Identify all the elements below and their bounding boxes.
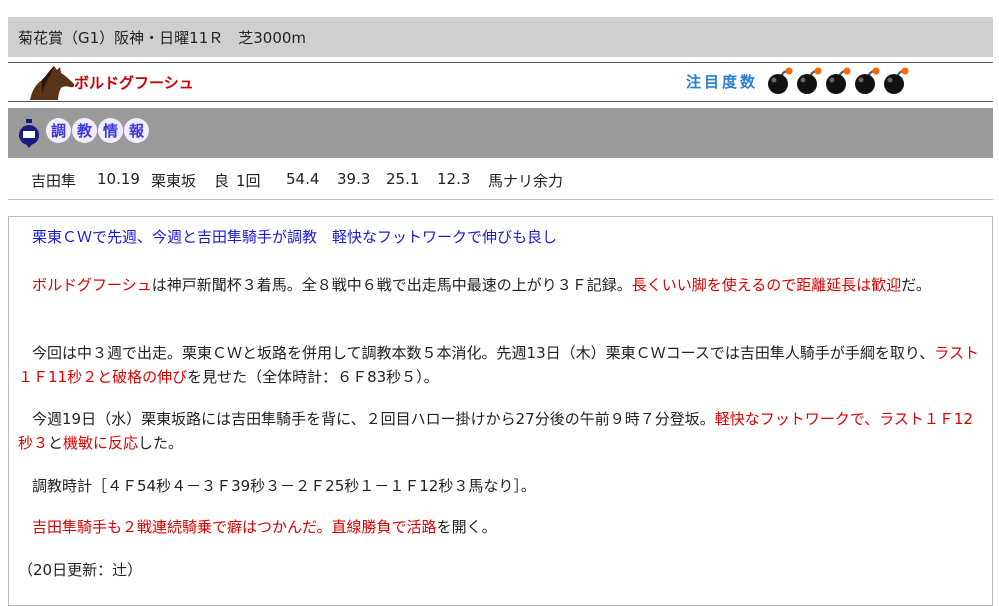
training-date: 10.19 [97,170,140,188]
comment-headline: 栗東ＣＷで先週、今週と吉田隼騎手が調教 軽快なフットワークで伸びも良し [32,228,558,246]
comment-text: 今週19日（水）栗東坂路には吉田隼騎手を背に、２回目ハロー掛けから27分後の午前… [32,410,715,428]
training-time-2: 39.3 [337,170,371,188]
section-title-char: 教 [72,118,97,143]
comment-text: 今回は中３週で出走。栗東ＣＷと坂路を併用して調教本数５本消化。先週13日（木）栗… [32,344,935,362]
bomb-icon [768,67,793,94]
bomb-rating [764,67,909,95]
comment-text: と [48,434,64,452]
comment-highlight: 機敏に反応 [63,434,139,452]
training-record-row: 吉田隼 10.19 栗東坂 良 1回 54.4 39.3 25.1 12.3 馬… [8,160,993,200]
training-remark: 馬ナリ余力 [488,172,564,190]
bomb-icon [797,67,822,94]
training-course: 栗東坂 [151,172,197,190]
stopwatch-icon [19,119,39,148]
training-time-4: 12.3 [437,170,471,188]
comment-highlight: 長くいい脚を使えるので距離延長は歓迎 [631,276,902,294]
comment-highlight: 吉田隼騎手も２戦連続騎乗で癖はつかんだ。直線勝負で活路 [32,518,437,536]
comment-paragraph-1: ボルドグフーシュは神戸新聞杯３着馬。全８戦中６戦で出走馬中最速の上がり３Ｆ記録。… [18,273,984,297]
bomb-icon [855,67,880,94]
race-title: 菊花賞（G1）阪神・日曜11Ｒ 芝3000m [18,28,307,47]
comment-text: を見せた（全体時計：６Ｆ83秒５）。 [187,368,439,386]
training-jockey: 吉田隼 [31,172,77,190]
training-section-header: 調 教 情 報 [8,108,993,158]
comment-paragraph-5: 吉田隼騎手も２戦連続騎乗で癖はつかんだ。直線勝負で活路を開く。 [18,515,984,539]
attention-rating: 注目度数 [686,67,909,95]
comment-paragraph-3: 今週19日（水）栗東坂路には吉田隼騎手を背に、２回目ハロー掛けから27分後の午前… [18,407,984,455]
comment-horse-name: ボルドグフーシュ [32,276,152,294]
section-title: 調 教 情 報 [46,118,150,143]
update-note: （20日更新：辻） [18,561,143,579]
training-condition: 良 [214,172,230,190]
comment-paragraph-4: 調教時計［４Ｆ54秒４－３Ｆ39秒３－２Ｆ25秒１－１Ｆ12秒３馬なり］。 [32,477,536,495]
horse-head-icon [30,66,75,100]
race-header: 菊花賞（G1）阪神・日曜11Ｒ 芝3000m [8,17,993,57]
section-title-char: 調 [46,118,71,143]
attention-label: 注目度数 [685,72,758,91]
bomb-icon [884,67,909,94]
section-title-char: 報 [124,118,149,143]
training-time-3: 25.1 [386,170,420,188]
section-title-char: 情 [98,118,123,143]
comment-text: を開く。 [436,518,497,536]
comment-text: だ。 [901,276,931,294]
training-count: 1回 [236,172,261,190]
bomb-icon [826,67,851,94]
training-time-1: 54.4 [286,170,320,188]
comment-text: した。 [138,434,184,452]
training-comment: 栗東ＣＷで先週、今週と吉田隼騎手が調教 軽快なフットワークで伸びも良し ボルドグ… [8,216,993,606]
comment-text: は神戸新聞杯３着馬。全８戦中６戦で出走馬中最速の上がり３Ｆ記録。 [151,276,632,294]
horse-name[interactable]: ボルドグフーシュ [74,72,194,93]
comment-paragraph-2: 今回は中３週で出走。栗東ＣＷと坂路を併用して調教本数５本消化。先週13日（木）栗… [18,341,984,389]
horse-header: ボルドグフーシュ 注目度数 [8,62,993,102]
